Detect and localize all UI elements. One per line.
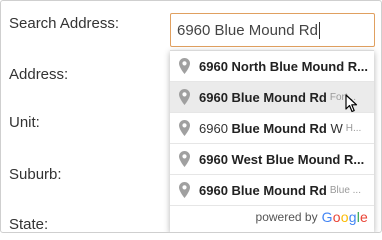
suggestion-main-text: 6960 Blue Mound Rd <box>199 182 327 198</box>
autocomplete-dropdown: 6960 North Blue Mound R... 6960 Blue Mou… <box>170 50 374 232</box>
map-pin-icon <box>174 87 194 107</box>
suggestion-main-text: Blue Mound Rd <box>231 120 327 136</box>
suggestion-item[interactable]: 6960 Blue Mound Rd Blue ... <box>170 175 374 206</box>
map-pin-icon <box>174 56 194 76</box>
search-address-label: Search Address: <box>9 15 120 32</box>
suggestion-main-text: 6960 West Blue Mound R... <box>199 151 365 167</box>
text-caret <box>318 21 320 39</box>
powered-by-text: powered by <box>255 210 318 224</box>
suggestion-item-hovered[interactable]: 6960 Blue Mound Rd Fort... <box>170 82 374 113</box>
powered-by-google: powered by Google <box>256 208 368 226</box>
unit-label: Unit: <box>9 114 40 131</box>
google-logo: Google <box>321 209 368 225</box>
suggestion-number-text: 6960 <box>199 120 228 136</box>
suggestion-suffix-text: W <box>330 120 343 136</box>
suggestion-item[interactable]: 6960 North Blue Mound R... <box>170 51 374 82</box>
suggestion-main-text: 6960 Blue Mound Rd <box>199 89 327 105</box>
suggestion-item[interactable]: 6960 West Blue Mound R... <box>170 144 374 175</box>
search-input-value: 6960 Blue Mound Rd <box>177 21 318 39</box>
address-form: Search Address: Address: Unit: Suburb: S… <box>0 0 382 233</box>
suggestion-main-text: 6960 North Blue Mound R... <box>199 58 369 74</box>
state-label: State: <box>9 216 49 233</box>
search-address-input[interactable]: 6960 Blue Mound Rd <box>170 13 375 47</box>
map-pin-icon <box>174 180 194 200</box>
suburb-label: Suburb: <box>9 166 62 183</box>
suggestion-secondary-text: H... <box>345 122 362 134</box>
map-pin-icon <box>174 149 194 169</box>
suggestion-item[interactable]: 6960 Blue Mound Rd W H... <box>170 113 374 144</box>
mouse-cursor-icon <box>345 94 361 114</box>
address-label: Address: <box>9 66 69 83</box>
suggestion-secondary-text: Blue ... <box>329 184 361 196</box>
map-pin-icon <box>174 118 194 138</box>
